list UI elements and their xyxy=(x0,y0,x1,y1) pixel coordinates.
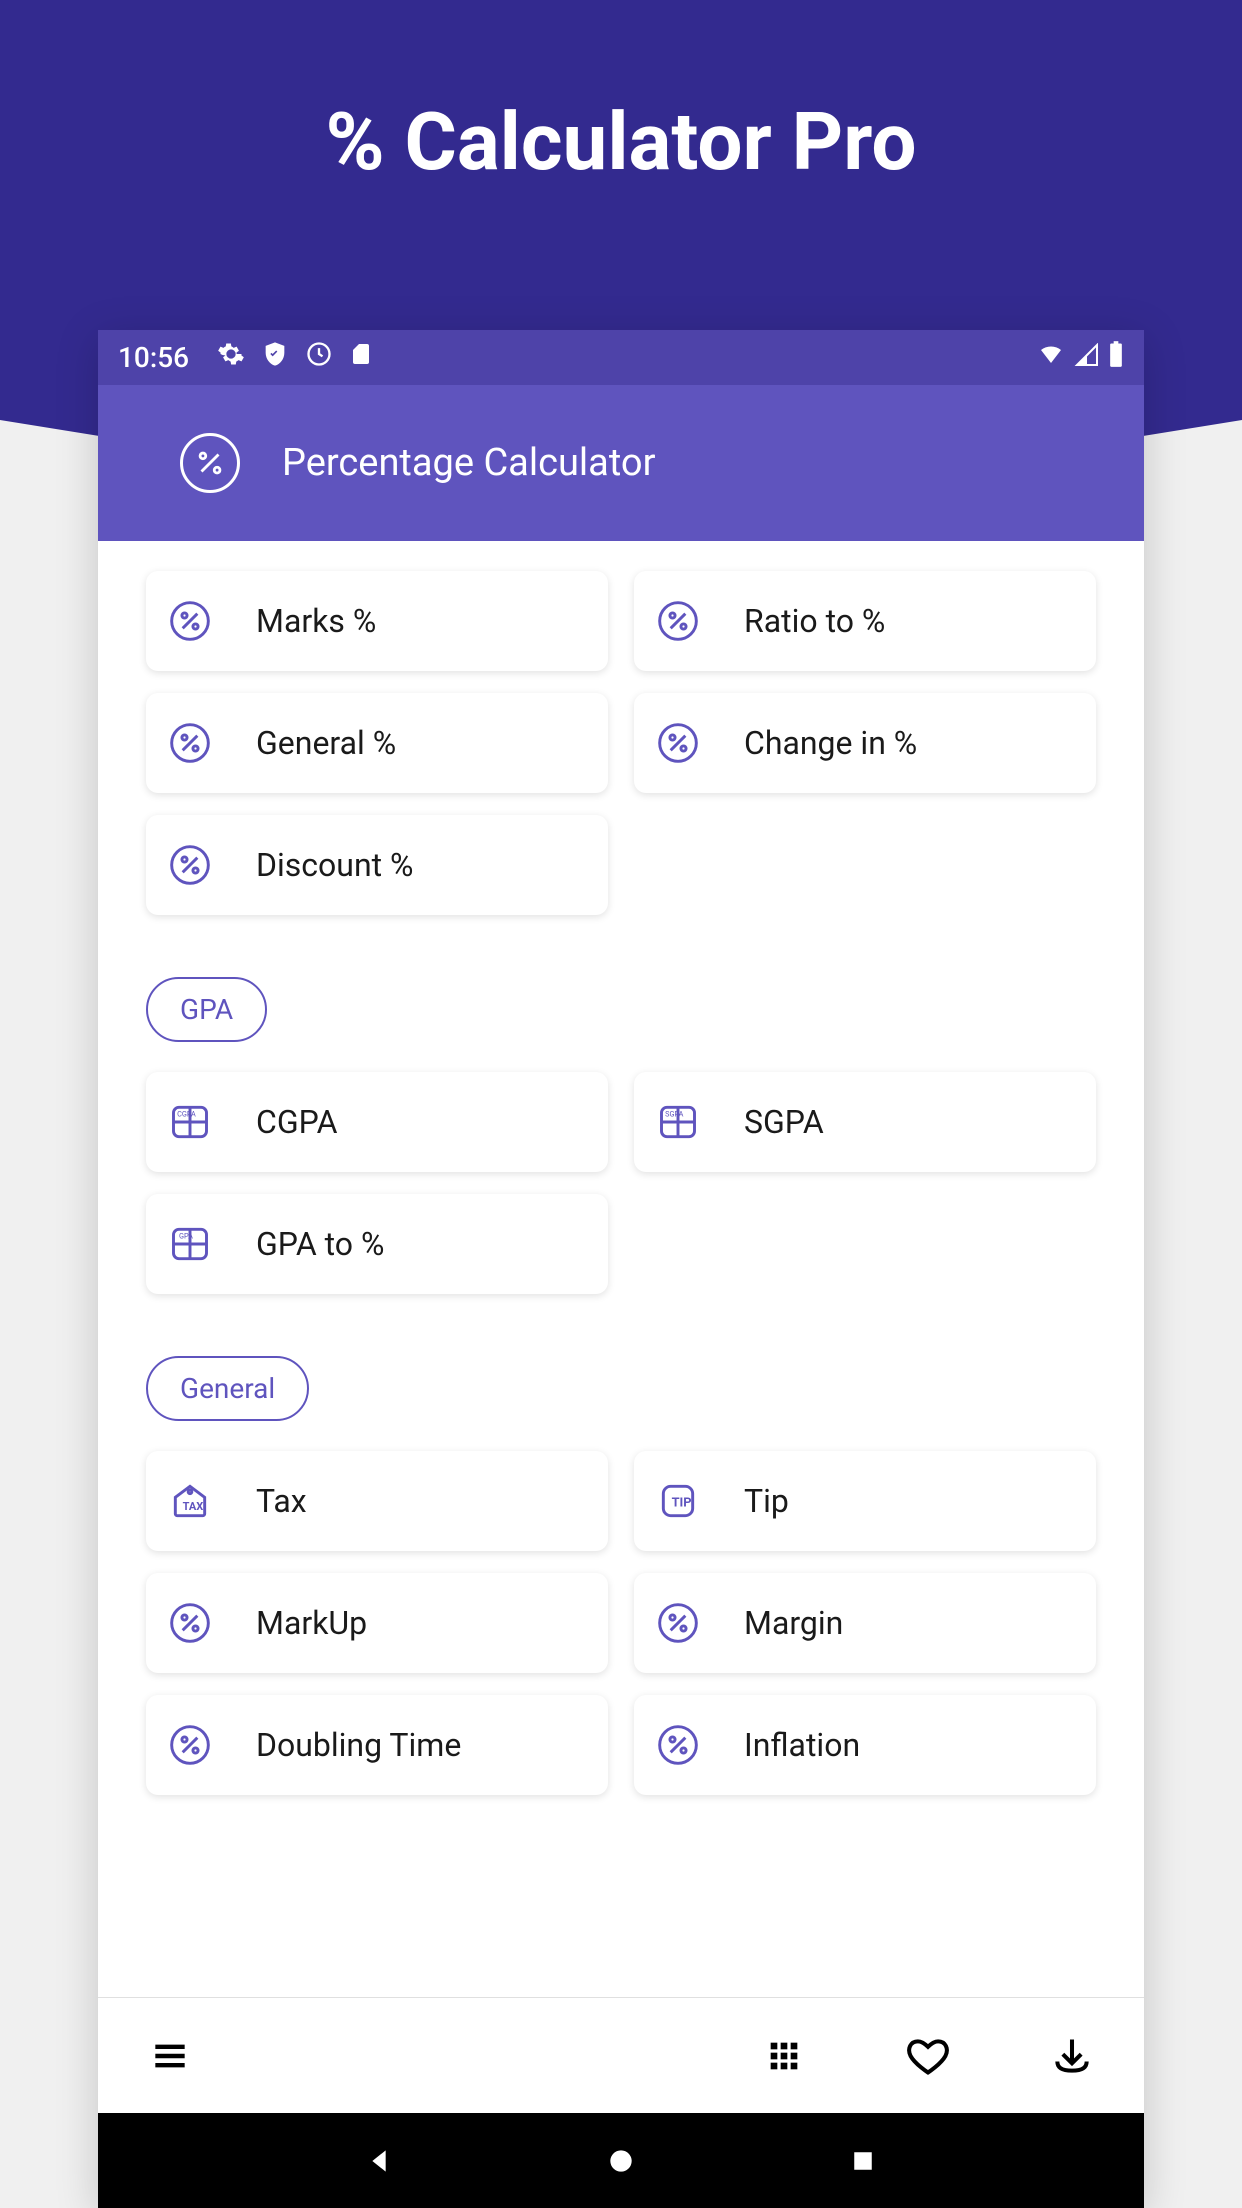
svg-text:CGPA: CGPA xyxy=(177,1110,196,1119)
card-gpa-to-percent[interactable]: GPA GPA to % xyxy=(146,1194,608,1294)
card-label: MarkUp xyxy=(256,1604,367,1642)
card-label: Discount % xyxy=(256,846,413,884)
card-label: CGPA xyxy=(256,1103,338,1141)
card-label: Tax xyxy=(256,1482,307,1520)
battery-icon xyxy=(1108,340,1124,375)
card-tax[interactable]: TAX Tax xyxy=(146,1451,608,1551)
signal-icon xyxy=(1074,341,1100,374)
gear-icon xyxy=(217,340,245,375)
android-nav xyxy=(98,2113,1144,2208)
card-label: SGPA xyxy=(744,1103,824,1141)
gpa-icon: SGPA xyxy=(656,1100,700,1144)
status-left: 10:56 xyxy=(118,340,373,375)
app-bar: Percentage Calculator xyxy=(98,385,1144,541)
wifi-icon xyxy=(1036,341,1066,374)
phone-frame: 10:56 xyxy=(98,330,1144,2208)
svg-text:TAX: TAX xyxy=(183,1500,204,1513)
card-label: Tip xyxy=(744,1482,789,1520)
status-right xyxy=(1036,340,1124,375)
card-label: General % xyxy=(256,724,396,762)
percent-icon xyxy=(168,721,212,765)
percent-icon xyxy=(168,1601,212,1645)
content-area[interactable]: Marks % Ratio to % General % Change in %… xyxy=(98,541,1144,1997)
card-markup[interactable]: MarkUp xyxy=(146,1573,608,1673)
android-back-button[interactable] xyxy=(359,2141,399,2181)
card-discount-percent[interactable]: Discount % xyxy=(146,815,608,915)
card-doubling-time[interactable]: Doubling Time xyxy=(146,1695,608,1795)
section-pill-general[interactable]: General xyxy=(146,1356,309,1421)
card-label: Inflation xyxy=(744,1726,860,1764)
menu-button[interactable] xyxy=(148,2034,192,2078)
top-grid: Marks % Ratio to % General % Change in %… xyxy=(146,571,1096,915)
favorite-button[interactable] xyxy=(906,2034,950,2078)
tip-icon: TIP xyxy=(656,1479,700,1523)
card-change-in-percent[interactable]: Change in % xyxy=(634,693,1096,793)
app-logo-icon xyxy=(180,433,240,493)
gpa-icon: CGPA xyxy=(168,1100,212,1144)
card-tip[interactable]: TIP Tip xyxy=(634,1451,1096,1551)
card-label: GPA to % xyxy=(256,1225,384,1263)
card-label: Marks % xyxy=(256,602,376,640)
gpa-icon: GPA xyxy=(168,1222,212,1266)
general-grid: TAX Tax TIP Tip MarkUp Margin Doubling T… xyxy=(146,1451,1096,1795)
percent-icon xyxy=(168,599,212,643)
status-bar: 10:56 xyxy=(98,330,1144,385)
percent-icon xyxy=(656,599,700,643)
card-marks-percent[interactable]: Marks % xyxy=(146,571,608,671)
card-margin[interactable]: Margin xyxy=(634,1573,1096,1673)
gpa-grid: CGPA CGPA SGPA SGPA GPA GPA to % xyxy=(146,1072,1096,1294)
percent-icon xyxy=(656,1601,700,1645)
android-home-button[interactable] xyxy=(601,2141,641,2181)
card-ratio-to-percent[interactable]: Ratio to % xyxy=(634,571,1096,671)
bottom-toolbar xyxy=(98,1997,1144,2113)
percent-icon xyxy=(656,1723,700,1767)
tax-icon: TAX xyxy=(168,1479,212,1523)
android-recents-button[interactable] xyxy=(843,2141,883,2181)
sd-card-icon xyxy=(349,340,373,375)
download-button[interactable] xyxy=(1050,2034,1094,2078)
percent-icon xyxy=(168,1723,212,1767)
card-sgpa[interactable]: SGPA SGPA xyxy=(634,1072,1096,1172)
svg-text:TIP: TIP xyxy=(672,1496,692,1511)
section-pill-gpa[interactable]: GPA xyxy=(146,977,267,1042)
card-label: Margin xyxy=(744,1604,843,1642)
card-general-percent[interactable]: General % xyxy=(146,693,608,793)
card-label: Change in % xyxy=(744,724,917,762)
card-label: Doubling Time xyxy=(256,1726,461,1764)
svg-text:SGPA: SGPA xyxy=(665,1110,683,1119)
card-cgpa[interactable]: CGPA CGPA xyxy=(146,1072,608,1172)
status-time: 10:56 xyxy=(118,341,189,374)
app-bar-title: Percentage Calculator xyxy=(282,441,655,485)
percent-icon xyxy=(656,721,700,765)
refresh-icon xyxy=(305,340,333,375)
shield-icon xyxy=(261,340,289,375)
card-label: Ratio to % xyxy=(744,602,885,640)
svg-text:GPA: GPA xyxy=(179,1232,193,1241)
hero-title: % Calculator Pro xyxy=(0,0,1242,189)
apps-grid-button[interactable] xyxy=(762,2034,806,2078)
percent-icon xyxy=(168,843,212,887)
card-inflation[interactable]: Inflation xyxy=(634,1695,1096,1795)
